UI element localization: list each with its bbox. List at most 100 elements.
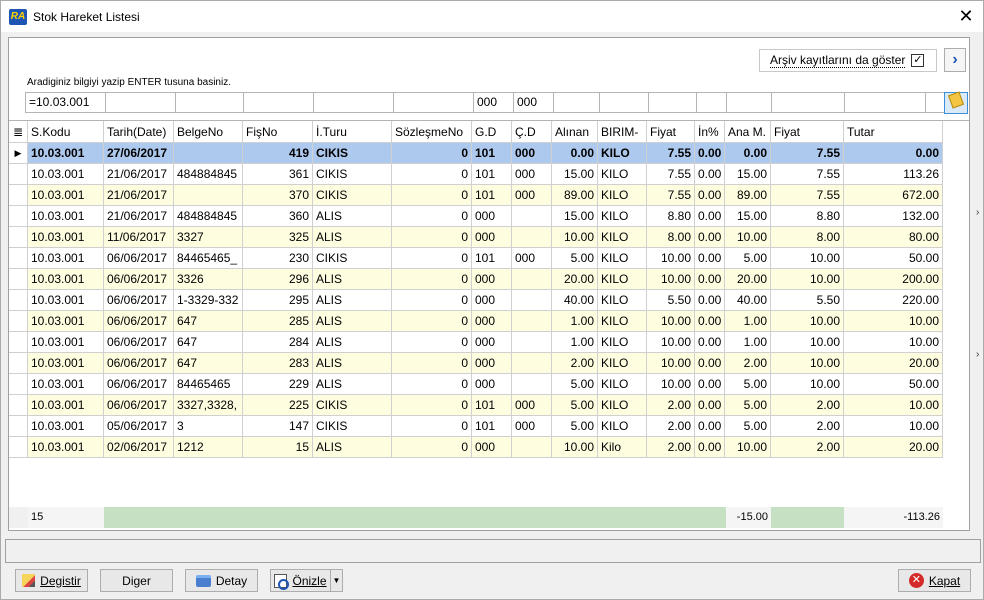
table-cell: 0	[392, 227, 472, 248]
filter-input[interactable]: =10.03.001	[25, 92, 106, 113]
table-cell	[174, 185, 243, 206]
table-cell: 296	[243, 269, 313, 290]
table-row[interactable]: 10.03.001 02/06/2017 1212 15 ALIS 0 000 10.00 Ki…	[9, 437, 943, 458]
table-cell	[512, 206, 552, 227]
table-cell: KILO	[598, 269, 647, 290]
column-header[interactable]: İ.Turu	[313, 121, 392, 143]
column-header[interactable]: İn%	[695, 121, 725, 143]
chevron-right-icon[interactable]: ›	[976, 206, 984, 220]
table-row[interactable]: 10.03.001 11/06/2017 3327 325 ALIS 0 000 10.00 K…	[9, 227, 943, 248]
table-cell	[512, 290, 552, 311]
detay-button[interactable]: Detay	[185, 569, 258, 592]
column-header[interactable]: Ana M.	[725, 121, 771, 143]
table-cell: 2.00	[771, 395, 844, 416]
table-cell: 285	[243, 311, 313, 332]
degistir-label: Degistir	[40, 573, 81, 588]
table-cell: 20.00	[844, 353, 943, 374]
table-row[interactable]: 10.03.001 06/06/2017 647 285 ALIS 0 000 1.00 KIL…	[9, 311, 943, 332]
column-header[interactable]: G.D	[472, 121, 512, 143]
table-cell: 0.00	[695, 206, 725, 227]
chevron-right-icon[interactable]: ›	[944, 48, 966, 72]
row-indicator	[9, 206, 28, 227]
clear-filter-button[interactable]	[944, 91, 968, 114]
column-header[interactable]: S.Kodu	[28, 121, 104, 143]
table-cell: 10.03.001	[28, 206, 104, 227]
column-header[interactable]: BelgeNo	[174, 121, 243, 143]
table-row[interactable]: 10.03.001 06/06/2017 84465465 229 ALIS 0 000 5.…	[9, 374, 943, 395]
table-row[interactable]: 10.03.001 05/06/2017 3 147 CIKIS 0 101 000 5.00 K…	[9, 416, 943, 437]
filter-input[interactable]	[175, 92, 244, 113]
filter-input[interactable]	[726, 92, 772, 113]
column-header[interactable]: Fiyat	[771, 121, 844, 143]
table-cell: 000	[472, 332, 512, 353]
table-cell: 484884845	[174, 164, 243, 185]
table-row[interactable]: ▶ 10.03.001 27/06/2017 419 CIKIS 0 101 000 0.00 K…	[9, 143, 943, 164]
table-cell: KILO	[598, 227, 647, 248]
chevron-right-icon[interactable]: ›	[976, 348, 984, 362]
table-cell: 1.00	[552, 311, 598, 332]
filter-input[interactable]	[105, 92, 176, 113]
column-chooser-icon[interactable]: ≣	[9, 121, 28, 143]
filter-input[interactable]	[393, 92, 474, 113]
table-cell: 000	[512, 185, 552, 206]
column-header[interactable]: BIRIM-	[598, 121, 647, 143]
diger-button[interactable]: Diger	[100, 569, 173, 592]
table-cell: ALIS	[313, 227, 392, 248]
onizle-button[interactable]: Önizle	[270, 569, 331, 592]
column-header[interactable]: Ç.D	[512, 121, 552, 143]
table-cell: 2.00	[771, 437, 844, 458]
column-header[interactable]: Tutar	[844, 121, 943, 143]
table-row[interactable]: 10.03.001 06/06/2017 3326 296 ALIS 0 000 20.00 K…	[9, 269, 943, 290]
table-row[interactable]: 10.03.001 21/06/2017 484884845 361 CIKIS 0 101…	[9, 164, 943, 185]
filter-input[interactable]: 000	[473, 92, 514, 113]
filter-input[interactable]	[925, 92, 945, 113]
filter-input[interactable]	[599, 92, 649, 113]
table-cell: 10.00	[844, 311, 943, 332]
kapat-button[interactable]: ✕ Kapat	[898, 569, 971, 592]
column-header[interactable]: Tarih(Date)	[104, 121, 174, 143]
table-cell: 10.00	[771, 311, 844, 332]
table-cell: 10.00	[771, 374, 844, 395]
checkbox-checked-icon[interactable]: ✓	[911, 54, 925, 67]
table-cell: 80.00	[844, 227, 943, 248]
filter-input[interactable]	[771, 92, 845, 113]
filter-input[interactable]	[696, 92, 727, 113]
table-cell: Kilo	[598, 437, 647, 458]
filter-input[interactable]	[648, 92, 697, 113]
filter-input[interactable]	[243, 92, 314, 113]
column-header[interactable]: Alınan	[552, 121, 598, 143]
table-cell: 1-3329-332	[174, 290, 243, 311]
table-cell: 06/06/2017	[104, 395, 174, 416]
column-header[interactable]: SözleşmeNo	[392, 121, 472, 143]
filter-input[interactable]	[844, 92, 926, 113]
app-logo-icon: RA	[9, 8, 27, 25]
table-cell: 10.00	[647, 248, 695, 269]
close-icon[interactable]: ✕	[957, 7, 975, 25]
table-cell: 000	[472, 206, 512, 227]
table-row[interactable]: 10.03.001 06/06/2017 3327,3328, 225 CIKIS 0 10…	[9, 395, 943, 416]
table-cell: 5.50	[771, 290, 844, 311]
table-row[interactable]: 10.03.001 06/06/2017 1-3329-332 295 ALIS 0 000…	[9, 290, 943, 311]
table-cell: KILO	[598, 332, 647, 353]
table-row[interactable]: 10.03.001 21/06/2017 370 CIKIS 0 101 000 89.00 K…	[9, 185, 943, 206]
column-header[interactable]: FişNo	[243, 121, 313, 143]
table-row[interactable]: 10.03.001 06/06/2017 84465465_ 230 CIKIS 0 101…	[9, 248, 943, 269]
archive-checkbox[interactable]: Arşiv kayıtlarını da göster ✓	[759, 49, 937, 72]
table-cell	[512, 374, 552, 395]
table-row[interactable]: 10.03.001 21/06/2017 484884845 360 ALIS 0 000 1…	[9, 206, 943, 227]
filter-input[interactable]: 000	[513, 92, 554, 113]
table-row[interactable]: 10.03.001 06/06/2017 647 284 ALIS 0 000 1.00 KIL…	[9, 332, 943, 353]
column-header[interactable]: Fiyat	[647, 121, 695, 143]
filter-input[interactable]	[313, 92, 394, 113]
table-cell: 295	[243, 290, 313, 311]
table-cell: 50.00	[844, 248, 943, 269]
table-cell: 27/06/2017	[104, 143, 174, 164]
onizle-dropdown-icon[interactable]: ▼	[330, 569, 343, 592]
table-cell: 325	[243, 227, 313, 248]
table-cell: 0.00	[695, 374, 725, 395]
filter-input[interactable]	[553, 92, 600, 113]
table-cell: 230	[243, 248, 313, 269]
degistir-button[interactable]: Degistir	[15, 569, 88, 592]
table-row[interactable]: 10.03.001 06/06/2017 647 283 ALIS 0 000 2.00 KIL…	[9, 353, 943, 374]
table-cell: 10.00	[647, 332, 695, 353]
